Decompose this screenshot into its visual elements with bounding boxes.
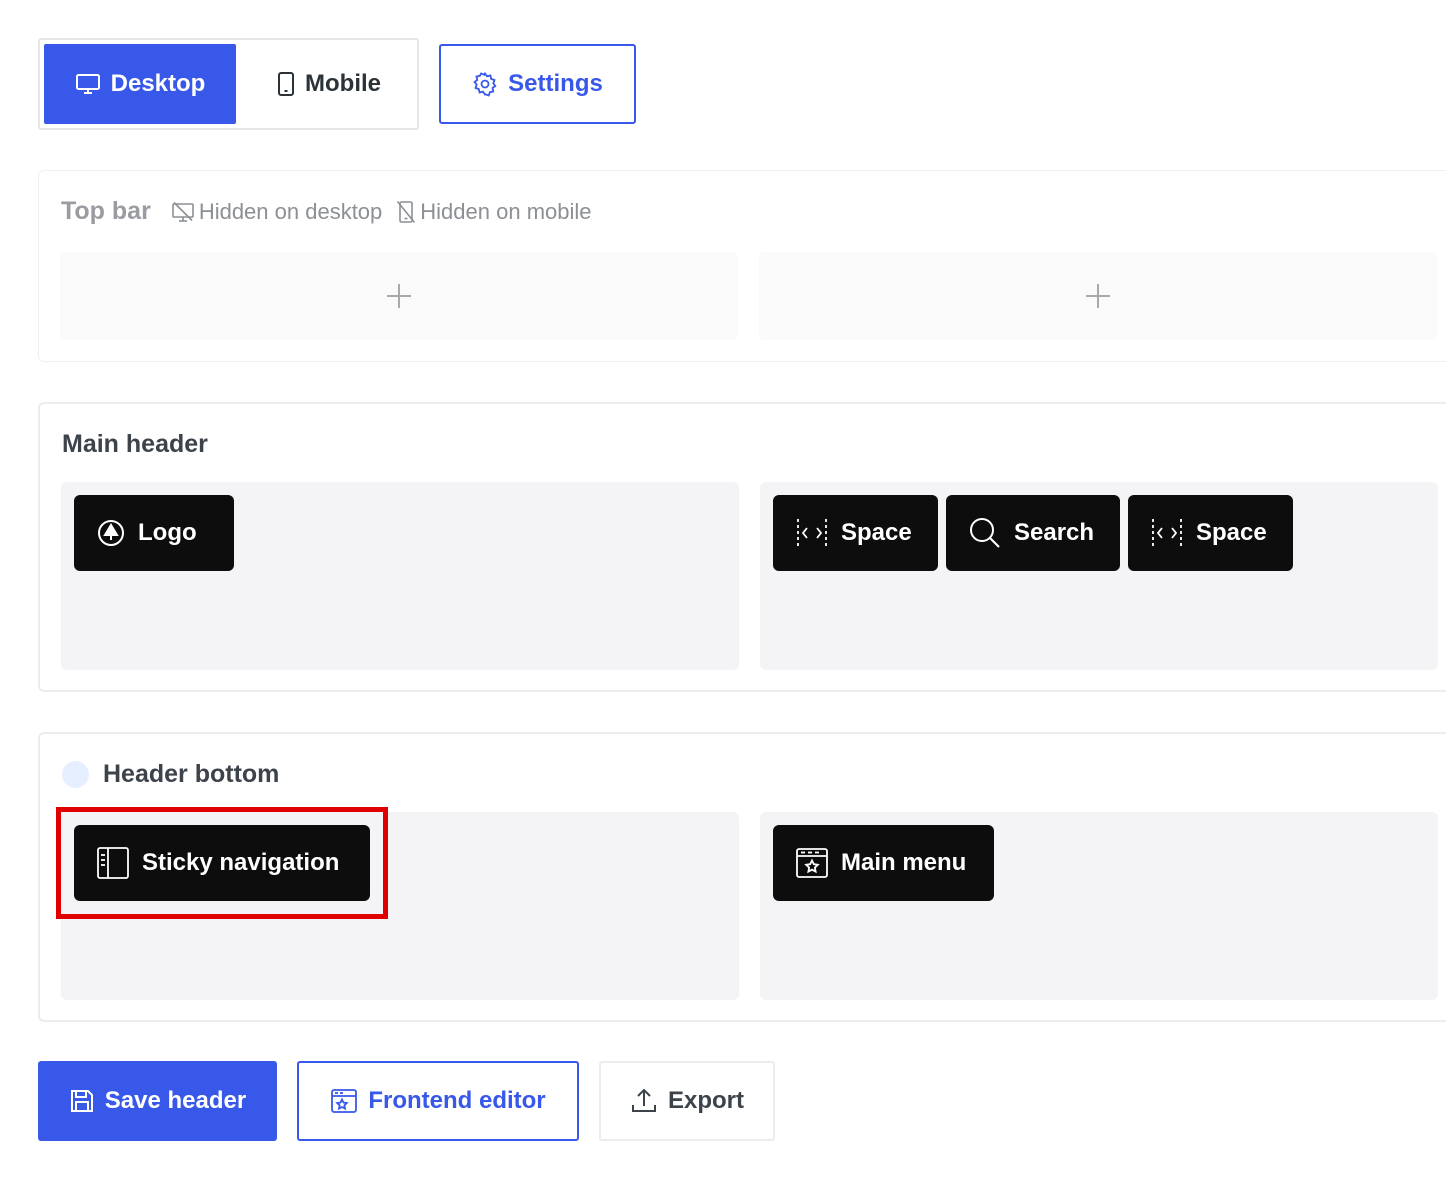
save-header-label: Save header <box>104 1087 247 1114</box>
logo-element[interactable]: Logo <box>74 495 234 571</box>
frontend-editor-icon <box>330 1087 358 1115</box>
desktop-tab[interactable]: Desktop <box>44 44 236 124</box>
mobile-tab-label: Mobile <box>305 70 381 97</box>
element-label: Sticky navigation <box>142 849 340 876</box>
top-bar-right-zone[interactable] <box>759 252 1437 340</box>
section-title: Header bottom <box>103 760 280 788</box>
desktop-tab-label: Desktop <box>110 70 206 97</box>
header-bottom-section: Header bottom Sticky navigation Main men… <box>38 732 1446 1022</box>
desktop-off-icon <box>171 201 195 223</box>
section-title: Top bar <box>61 197 151 225</box>
menu-window-icon <box>795 846 829 880</box>
element-label: Search <box>1014 519 1095 546</box>
hidden-desktop-text: Hidden on desktop <box>198 198 383 224</box>
mobile-off-icon <box>396 200 416 224</box>
hidden-mobile-badge: Hidden on mobile <box>396 198 592 225</box>
header-bottom-title: Header bottom <box>62 760 279 789</box>
main-header-right-zone[interactable]: Space Search Space <box>760 482 1438 670</box>
main-header-title: Main header <box>62 430 208 459</box>
frontend-editor-label: Frontend editor <box>368 1087 546 1114</box>
settings-button[interactable]: Settings <box>439 44 636 124</box>
space-element[interactable]: Space <box>1128 495 1293 571</box>
space-icon <box>1150 517 1184 549</box>
element-label: Space <box>841 519 912 546</box>
upload-icon <box>630 1087 658 1115</box>
element-label: Logo <box>138 519 197 546</box>
plus-icon[interactable] <box>384 281 414 311</box>
header-bottom-right-zone[interactable]: Main menu <box>760 812 1438 1000</box>
mobile-tab[interactable]: Mobile <box>244 44 414 124</box>
plus-icon[interactable] <box>1083 281 1113 311</box>
space-element[interactable]: Space <box>773 495 938 571</box>
main-header-section: Main header Logo Space Search Space <box>38 402 1446 692</box>
frontend-editor-button[interactable]: Frontend editor <box>297 1061 579 1141</box>
hidden-mobile-text: Hidden on mobile <box>420 198 592 224</box>
section-title: Main header <box>62 430 208 458</box>
save-icon <box>69 1088 95 1114</box>
header-builder: Desktop Mobile Settings Top bar Hidden o… <box>0 0 1446 1180</box>
mobile-icon <box>277 71 295 97</box>
space-icon <box>795 517 829 549</box>
search-element[interactable]: Search <box>946 495 1120 571</box>
sticky-navigation-element[interactable]: Sticky navigation <box>74 825 370 901</box>
logo-icon <box>96 518 126 548</box>
element-label: Space <box>1196 519 1267 546</box>
top-bar-left-zone[interactable] <box>60 252 738 340</box>
element-label: Main menu <box>841 849 967 876</box>
header-bottom-left-zone[interactable]: Sticky navigation <box>61 812 739 1000</box>
gear-icon <box>472 71 498 97</box>
save-header-button[interactable]: Save header <box>38 1061 277 1141</box>
export-button[interactable]: Export <box>599 1061 775 1141</box>
settings-label: Settings <box>508 70 603 97</box>
sidebar-panel-icon <box>96 846 130 880</box>
export-label: Export <box>667 1087 744 1114</box>
main-menu-element[interactable]: Main menu <box>773 825 994 901</box>
main-header-left-zone[interactable]: Logo <box>61 482 739 670</box>
top-bar-section: Top bar Hidden on desktop Hidden on mobi… <box>38 170 1446 362</box>
status-dot[interactable] <box>62 761 89 788</box>
search-icon <box>968 516 1002 550</box>
hidden-desktop-badge: Hidden on desktop <box>171 199 382 225</box>
top-bar-header: Top bar Hidden on desktop Hidden on mobi… <box>61 197 592 226</box>
desktop-icon <box>75 72 101 96</box>
device-switch: Desktop Mobile <box>38 38 419 130</box>
